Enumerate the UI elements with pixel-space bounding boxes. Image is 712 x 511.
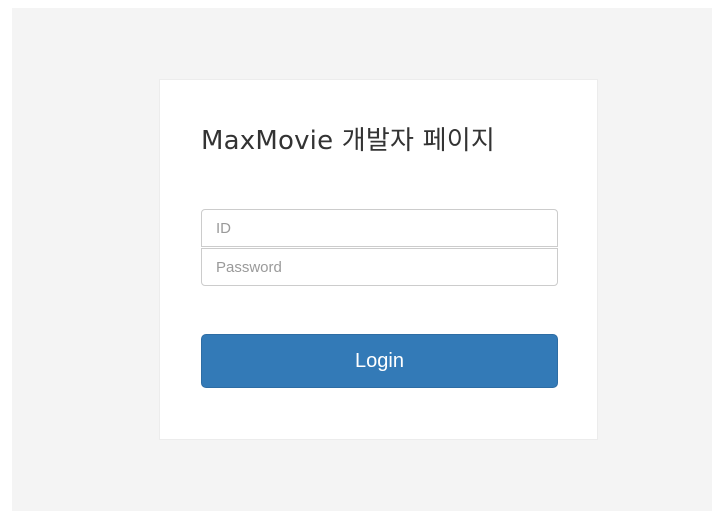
page-background: MaxMovie 개발자 페이지 Login (12, 8, 712, 511)
id-input[interactable] (201, 209, 558, 247)
login-card: MaxMovie 개발자 페이지 Login (159, 79, 598, 440)
page-title: MaxMovie 개발자 페이지 (201, 126, 495, 156)
password-input[interactable] (201, 248, 558, 286)
login-button[interactable]: Login (201, 334, 558, 388)
